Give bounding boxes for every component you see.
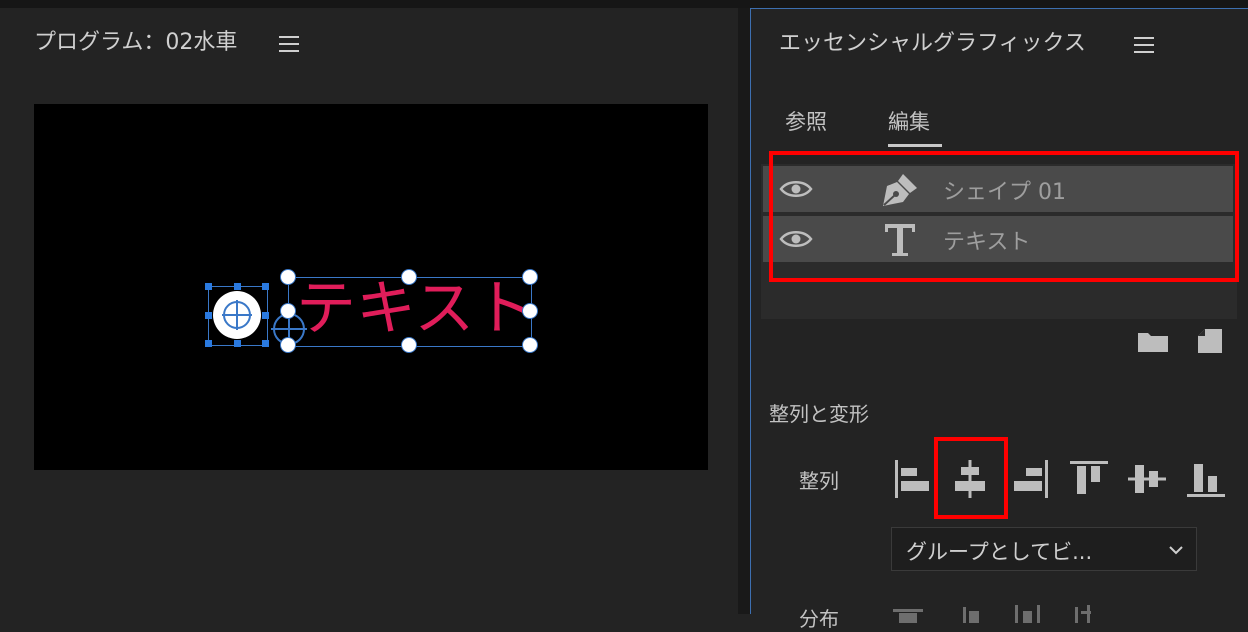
top-strip [0, 0, 1248, 8]
shape-handle[interactable] [205, 340, 212, 347]
shape-handle[interactable] [234, 283, 241, 290]
chevron-down-icon [1169, 546, 1183, 555]
text-handle[interactable] [280, 303, 296, 319]
align-top-icon[interactable] [1069, 459, 1109, 499]
text-handle[interactable] [401, 269, 417, 285]
tab-edit[interactable]: 編集 [888, 106, 930, 136]
program-canvas[interactable]: テキスト [34, 104, 708, 470]
distribute-vertical-icon [1015, 605, 1040, 623]
program-monitor-panel: プログラム：02水車 テキスト [0, 8, 738, 614]
text-layer-graphic[interactable]: テキスト [271, 269, 538, 353]
shape-layer-graphic[interactable] [205, 283, 269, 347]
align-label: 整列 [799, 469, 839, 493]
text-handle[interactable] [401, 337, 417, 353]
text-handle[interactable] [522, 269, 538, 285]
align-center-highlight-box [934, 437, 1008, 519]
distribute-center-icon [963, 607, 979, 623]
distribute-horizontal-icon [893, 609, 923, 623]
align-left-icon[interactable] [892, 459, 932, 499]
align-to-dropdown[interactable]: グループとしてビ... [891, 527, 1197, 571]
text-handle[interactable] [280, 337, 296, 353]
align-bottom-icon[interactable] [1186, 459, 1226, 499]
text-handle[interactable] [522, 303, 538, 319]
essential-graphics-panel: エッセンシャルグラフィックス 参照 編集 シェイプ 01 テキスト 整列と変形 … [750, 8, 1248, 631]
program-panel-menu-icon[interactable] [279, 36, 299, 52]
shape-handle[interactable] [205, 283, 212, 290]
text-handle[interactable] [522, 337, 538, 353]
align-to-value: グループとしてビ... [906, 540, 1093, 564]
layers-highlight-box [769, 151, 1239, 282]
essential-graphics-menu-icon[interactable] [1134, 37, 1154, 53]
new-layer-icon[interactable] [1197, 328, 1223, 354]
shape-handle[interactable] [262, 283, 269, 290]
align-right-icon[interactable] [1011, 459, 1051, 499]
section-title-align-transform: 整列と変形 [769, 402, 869, 426]
distribute-buttons-row[interactable] [891, 599, 1131, 623]
essential-graphics-title: エッセンシャルグラフィックス [779, 31, 1086, 56]
canvas-text: テキスト [296, 274, 535, 344]
program-panel-title: プログラム：02水車 [34, 30, 238, 55]
distribute-label: 分布 [799, 607, 839, 631]
distribute-spacing-icon [1075, 605, 1091, 623]
text-handle[interactable] [280, 269, 296, 285]
tab-browse[interactable]: 参照 [785, 106, 827, 136]
new-folder-icon[interactable] [1137, 329, 1169, 353]
align-center-vertical-icon[interactable] [1127, 459, 1167, 499]
panel-divider[interactable] [738, 8, 750, 614]
active-tab-underline [888, 144, 942, 147]
shape-handle[interactable] [262, 312, 269, 319]
shape-handle[interactable] [205, 312, 212, 319]
shape-handle[interactable] [262, 340, 269, 347]
shape-handle[interactable] [234, 340, 241, 347]
anchor-crosshair-icon[interactable] [221, 299, 253, 331]
